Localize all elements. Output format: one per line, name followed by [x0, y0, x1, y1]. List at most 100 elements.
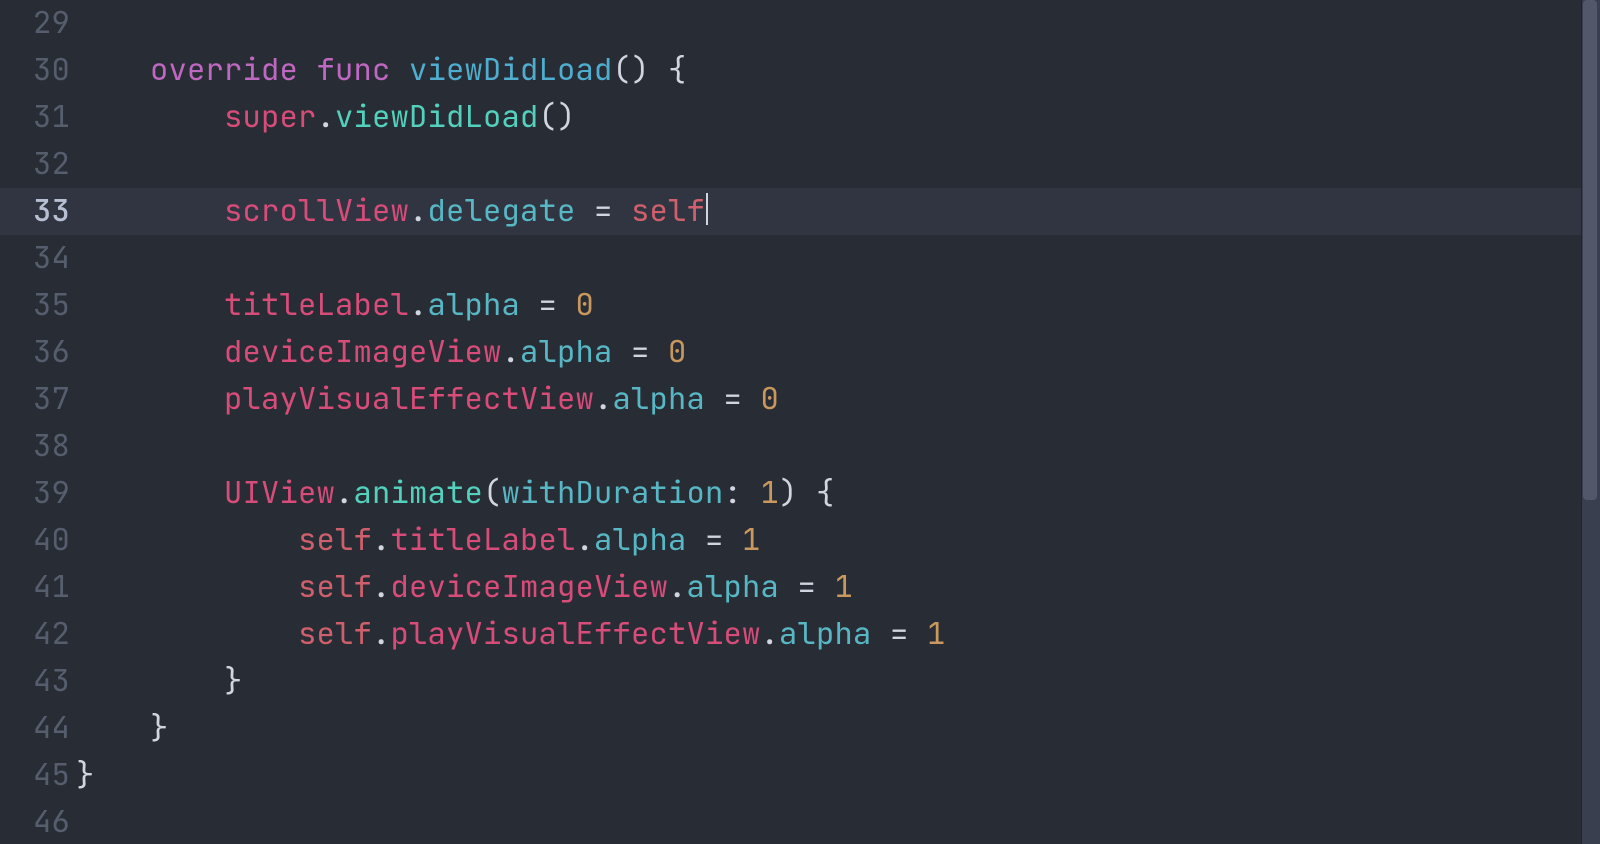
code-token: alpha: [428, 285, 521, 325]
code-token: :: [724, 473, 761, 513]
code-token: .: [317, 97, 336, 137]
code-token: 0: [668, 332, 687, 372]
code-line[interactable]: [76, 141, 1581, 188]
code-token: .: [372, 520, 391, 560]
code-token: viewDidLoad: [335, 97, 539, 137]
line-number: 37: [0, 376, 76, 423]
line-number: 42: [0, 611, 76, 658]
code-token: =: [779, 567, 835, 607]
code-token: playVisualEffectView: [391, 614, 761, 654]
code-token: .: [409, 285, 428, 325]
code-line[interactable]: scrollView.delegate = self: [76, 188, 1581, 235]
code-token: .: [576, 520, 595, 560]
code-token: .: [668, 567, 687, 607]
line-number: 33: [0, 188, 76, 235]
code-line[interactable]: [76, 0, 1581, 47]
code-line[interactable]: deviceImageView.alpha = 0: [76, 329, 1581, 376]
code-token: viewDidLoad: [409, 50, 613, 90]
scrollbar-thumb[interactable]: [1583, 0, 1597, 500]
line-number-gutter: 293031323334353637383940414243444546: [0, 0, 76, 844]
code-token: alpha: [613, 379, 706, 419]
code-line[interactable]: playVisualEffectView.alpha = 0: [76, 376, 1581, 423]
code-token: 0: [576, 285, 595, 325]
code-token: .: [761, 614, 780, 654]
code-token: 1: [761, 473, 780, 513]
code-token: scrollView: [224, 191, 409, 231]
line-number: 45: [0, 752, 76, 799]
code-line[interactable]: [76, 235, 1581, 282]
code-token: self: [298, 567, 372, 607]
code-token: 1: [835, 567, 854, 607]
code-token: (: [483, 473, 502, 513]
code-line[interactable]: [76, 799, 1581, 844]
code-line[interactable]: UIView.animate(withDuration: 1) {: [76, 470, 1581, 517]
code-token: () {: [613, 50, 687, 90]
code-token: .: [502, 332, 521, 372]
code-line[interactable]: titleLabel.alpha = 0: [76, 282, 1581, 329]
code-token: delegate: [428, 191, 576, 231]
code-line[interactable]: override func viewDidLoad() {: [76, 47, 1581, 94]
code-token: deviceImageView: [224, 332, 502, 372]
line-number: 46: [0, 799, 76, 844]
code-token: self: [631, 191, 705, 231]
line-number: 30: [0, 47, 76, 94]
code-line[interactable]: self.titleLabel.alpha = 1: [76, 517, 1581, 564]
code-line[interactable]: }: [76, 658, 1581, 705]
code-token: (): [539, 97, 576, 137]
line-number: 35: [0, 282, 76, 329]
code-token: 1: [742, 520, 761, 560]
code-token: }: [224, 661, 243, 701]
code-token: }: [76, 755, 95, 795]
code-token: =: [872, 614, 928, 654]
code-token: alpha: [520, 332, 613, 372]
code-token: =: [613, 332, 669, 372]
code-token: [391, 50, 410, 90]
code-token: 1: [927, 614, 946, 654]
vertical-scrollbar[interactable]: [1581, 0, 1600, 844]
line-number: 29: [0, 0, 76, 47]
line-number: 32: [0, 141, 76, 188]
code-line[interactable]: }: [76, 752, 1581, 799]
code-token: alpha: [779, 614, 872, 654]
line-number: 44: [0, 705, 76, 752]
code-token: alpha: [594, 520, 687, 560]
code-editor[interactable]: 293031323334353637383940414243444546 ove…: [0, 0, 1600, 844]
code-token: withDuration: [502, 473, 724, 513]
code-token: func: [317, 50, 391, 90]
code-token: [298, 50, 317, 90]
code-token: =: [520, 285, 576, 325]
code-token: titleLabel: [391, 520, 576, 560]
line-number: 36: [0, 329, 76, 376]
code-token: alpha: [687, 567, 780, 607]
line-number: 40: [0, 517, 76, 564]
code-token: }: [150, 708, 169, 748]
line-number: 38: [0, 423, 76, 470]
code-token: =: [705, 379, 761, 419]
code-token: titleLabel: [224, 285, 409, 325]
line-number: 31: [0, 94, 76, 141]
code-token: .: [335, 473, 354, 513]
code-token: self: [298, 520, 372, 560]
code-line[interactable]: self.deviceImageView.alpha = 1: [76, 564, 1581, 611]
line-number: 41: [0, 564, 76, 611]
line-number: 43: [0, 658, 76, 705]
code-area[interactable]: override func viewDidLoad() { super.view…: [76, 0, 1581, 844]
code-token: .: [372, 614, 391, 654]
code-token: override: [150, 50, 298, 90]
code-token: animate: [354, 473, 484, 513]
code-token: 0: [761, 379, 780, 419]
code-token: self: [298, 614, 372, 654]
code-line[interactable]: [76, 423, 1581, 470]
code-token: .: [409, 191, 428, 231]
code-line[interactable]: super.viewDidLoad(): [76, 94, 1581, 141]
text-cursor: [706, 193, 708, 225]
code-token: UIView: [224, 473, 335, 513]
code-token: =: [687, 520, 743, 560]
code-token: playVisualEffectView: [224, 379, 594, 419]
line-number: 34: [0, 235, 76, 282]
line-number: 39: [0, 470, 76, 517]
code-token: super: [224, 97, 317, 137]
code-line[interactable]: }: [76, 705, 1581, 752]
code-line[interactable]: self.playVisualEffectView.alpha = 1: [76, 611, 1581, 658]
code-token: .: [594, 379, 613, 419]
